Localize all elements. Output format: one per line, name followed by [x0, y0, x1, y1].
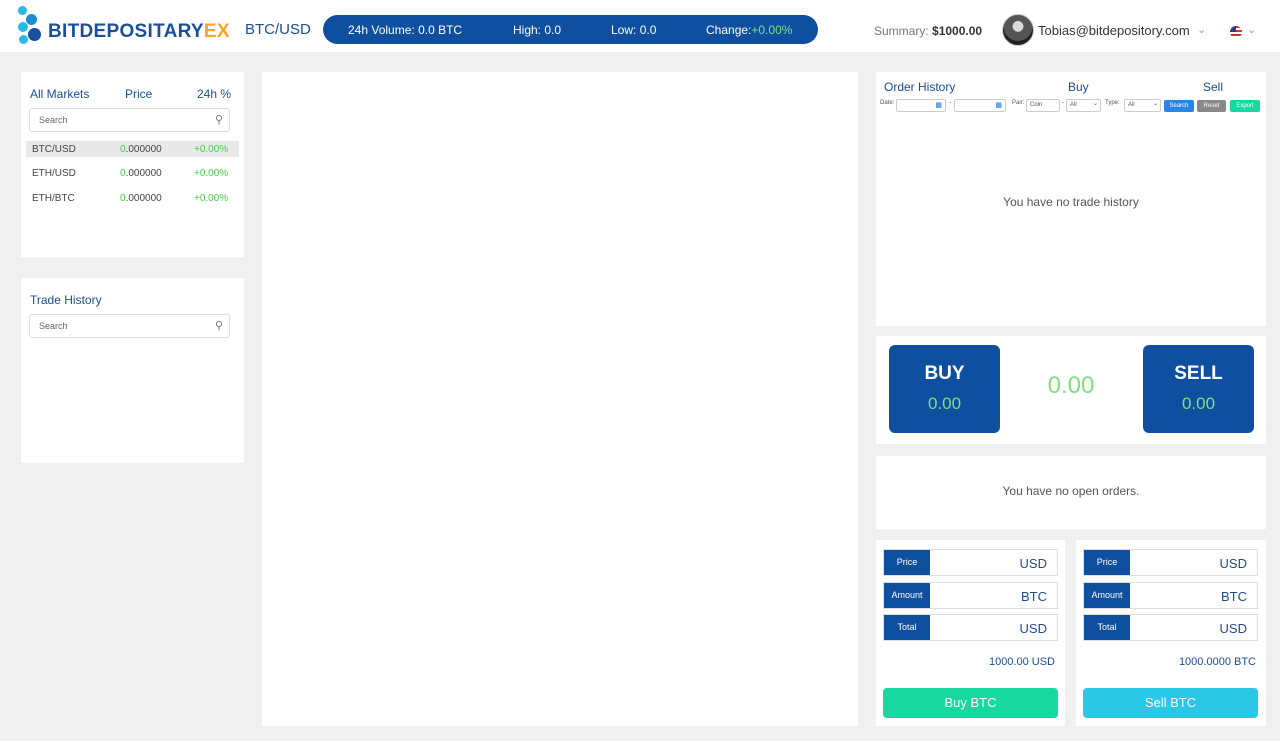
account-summary: Summary: $1000.00: [874, 24, 983, 38]
tab-buy[interactable]: Buy: [1068, 80, 1089, 94]
chevron-down-icon[interactable]: ⌄: [1197, 23, 1206, 36]
buy-available-balance: 1000.00 USD: [988, 656, 1055, 668]
low-stat: Low: 0.0: [611, 23, 657, 37]
open-orders-panel: You have no open orders.: [876, 456, 1266, 529]
sell-form: Price USD Amount BTC Total USD 1000.0000…: [1076, 540, 1266, 726]
sell-card[interactable]: SELL 0.00: [1143, 345, 1254, 433]
calendar-icon: ▦: [995, 102, 1002, 109]
tab-order-history[interactable]: Order History: [884, 80, 955, 94]
change-column-header[interactable]: 24h %: [197, 87, 231, 101]
pair-quote-select[interactable]: All ⌄: [1066, 99, 1101, 112]
sell-available-balance: 1000.0000 BTC: [1178, 656, 1256, 668]
search-button[interactable]: Search: [1164, 100, 1194, 112]
pair-coin-select[interactable]: Coin: [1026, 99, 1060, 112]
market-row[interactable]: BTC/USD 0.000000 +0.00%: [26, 141, 239, 157]
sell-amount-field[interactable]: Amount BTC: [1083, 582, 1258, 609]
tab-all-markets[interactable]: All Markets: [30, 87, 89, 101]
sell-btc-button[interactable]: Sell BTC: [1083, 688, 1258, 718]
calendar-icon: ▦: [935, 102, 942, 109]
date-separator: -: [949, 100, 951, 106]
export-button[interactable]: Export: [1230, 100, 1260, 112]
buy-total-field[interactable]: Total USD: [883, 614, 1058, 641]
markets-search-input[interactable]: Search ⚲: [29, 108, 230, 132]
type-select[interactable]: All ⌄: [1124, 99, 1161, 112]
buy-sell-summary: BUY 0.00 0.00 SELL 0.00: [876, 336, 1266, 444]
top-bar: BITDEPOSITARYEX BTC/USD 24h Volume: 0.0 …: [0, 0, 1280, 52]
avatar[interactable]: [1002, 14, 1034, 46]
buy-amount-field[interactable]: Amount BTC: [883, 582, 1058, 609]
logo-mark-icon: [16, 6, 46, 46]
date-filter-label: Date:: [880, 100, 895, 106]
reset-button[interactable]: Reset: [1197, 100, 1226, 112]
chevron-down-icon: ⌄: [1092, 101, 1098, 107]
price-chart-area[interactable]: [262, 72, 858, 726]
type-filter-label: Type:: [1105, 100, 1120, 106]
buy-card[interactable]: BUY 0.00: [889, 345, 1000, 433]
buy-btc-button[interactable]: Buy BTC: [883, 688, 1058, 718]
chevron-down-icon: ⌄: [1152, 101, 1158, 107]
buy-price-field[interactable]: Price USD: [883, 549, 1058, 576]
price-column-header[interactable]: Price: [125, 87, 152, 101]
markets-panel: All Markets Price 24h % Search ⚲ BTC/USD…: [21, 72, 244, 257]
date-from-input[interactable]: ▦: [896, 99, 946, 112]
date-to-input[interactable]: ▦: [954, 99, 1006, 112]
pair-separator: -: [1062, 100, 1064, 106]
trade-history-search-input[interactable]: Search ⚲: [29, 314, 230, 338]
brand-logo[interactable]: BITDEPOSITARYEX: [16, 6, 230, 46]
market-row[interactable]: ETH/BTC 0.000000 +0.00%: [26, 190, 239, 206]
buy-form: Price USD Amount BTC Total USD 1000.00 U…: [876, 540, 1065, 726]
trade-history-title: Trade History: [30, 293, 102, 307]
high-stat: High: 0.0: [513, 23, 562, 37]
search-icon: ⚲: [214, 114, 223, 126]
us-flag-icon[interactable]: [1230, 26, 1242, 38]
market-row[interactable]: ETH/USD 0.000000 +0.00%: [26, 165, 239, 181]
order-history-panel: Order History Buy Sell Date: ▦ - ▦ Pair:…: [876, 72, 1266, 326]
search-icon: ⚲: [214, 320, 223, 332]
trade-history-panel: Trade History Search ⚲: [21, 278, 244, 463]
pair-filter-label: Pair:: [1012, 100, 1025, 106]
tab-sell[interactable]: Sell: [1203, 80, 1223, 94]
brand-name: BITDEPOSITARYEX: [48, 21, 230, 42]
current-pair: BTC/USD: [245, 21, 311, 38]
empty-trade-history: You have no trade history: [1003, 195, 1139, 209]
change-stat: Change:+0.00%: [706, 23, 793, 37]
ticker-bar: 24h Volume: 0.0 BTC High: 0.0 Low: 0.0 C…: [323, 15, 818, 44]
empty-open-orders: You have no open orders.: [1002, 484, 1140, 498]
sell-total-field[interactable]: Total USD: [1083, 614, 1258, 641]
volume-stat: 24h Volume: 0.0 BTC: [348, 23, 463, 37]
user-email[interactable]: Tobias@bitdepository.com: [1038, 23, 1190, 38]
chevron-down-icon[interactable]: ⌄: [1247, 23, 1256, 36]
sell-price-field[interactable]: Price USD: [1083, 549, 1258, 576]
